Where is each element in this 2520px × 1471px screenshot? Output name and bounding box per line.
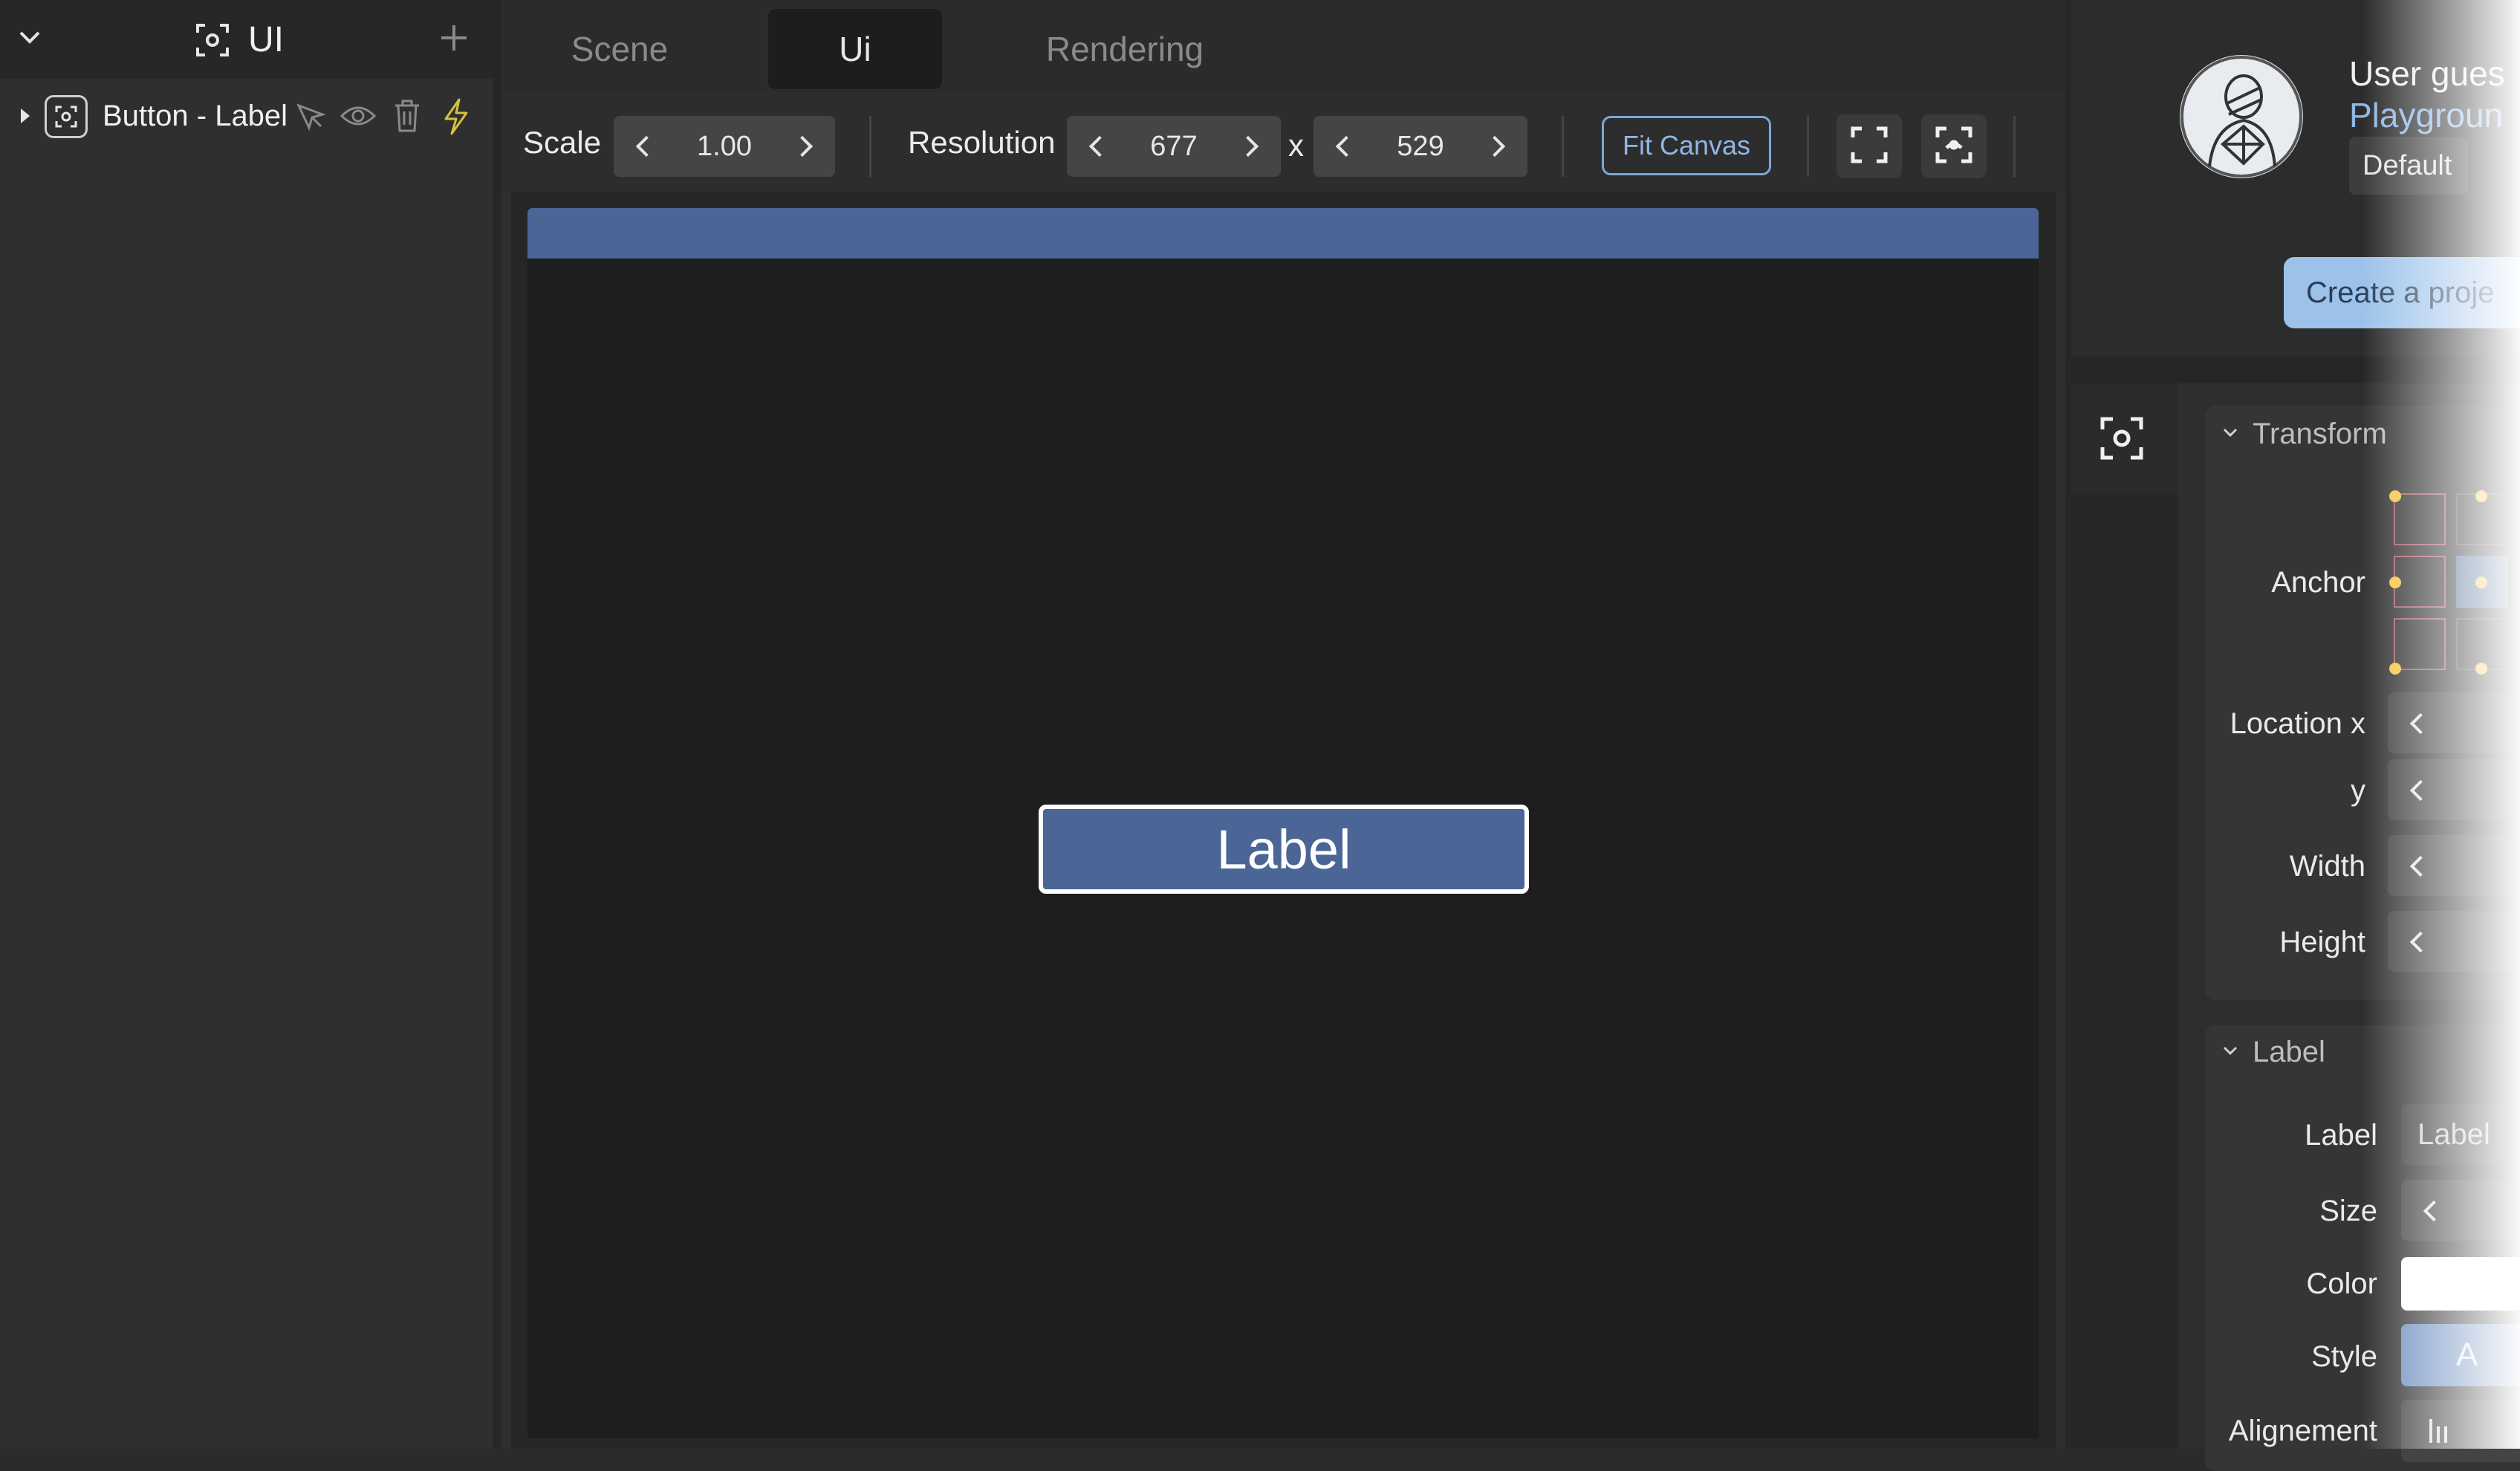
resolution-label: Resolution [908, 125, 1056, 160]
tab-bar: Scene Ui Rendering [501, 0, 2065, 92]
height-label: Height [2279, 926, 2365, 958]
scale-decrease-icon[interactable] [614, 116, 673, 177]
tab-scene[interactable]: Scene [538, 9, 701, 89]
style-button[interactable]: A [2401, 1324, 2520, 1386]
width-decrease-icon[interactable] [2409, 855, 2432, 877]
resolution-height-value[interactable]: 529 [1397, 131, 1444, 163]
color-swatch[interactable] [2401, 1257, 2520, 1311]
component-icon-strip [2071, 383, 2178, 495]
ui-focus-icon [195, 22, 230, 62]
tree-item-label: Button - Label [103, 100, 288, 132]
delete-trash-icon[interactable] [392, 98, 422, 137]
alignment-label: Alignement [2228, 1415, 2377, 1447]
fullscreen-icon [1850, 126, 1889, 168]
toolbar-separator [869, 116, 871, 177]
scale-value[interactable]: 1.00 [697, 131, 752, 163]
default-badge[interactable]: Default [2349, 137, 2468, 195]
color-label: Color [2306, 1267, 2377, 1300]
focus-view-button[interactable] [1921, 114, 1987, 178]
times-symbol: x [1288, 128, 1304, 163]
fit-canvas-button[interactable]: Fit Canvas [1602, 116, 1771, 175]
tree-item[interactable]: Button - Label [0, 92, 493, 140]
resolution-width-stepper: 677 [1067, 116, 1281, 177]
select-cursor-icon[interactable] [294, 101, 327, 137]
location-x-stepper[interactable] [2388, 692, 2520, 753]
transform-collapse-icon[interactable] [2221, 423, 2239, 445]
tab-rendering[interactable]: Rendering [1006, 9, 1244, 89]
toolbar-separator [2013, 116, 2016, 177]
width-stepper[interactable] [2388, 835, 2520, 896]
ui-component-icon[interactable] [2098, 415, 2146, 466]
size-decrease-icon[interactable] [2423, 1200, 2445, 1222]
location-x-decrease-icon[interactable] [2409, 712, 2432, 735]
style-label: Style [2311, 1340, 2377, 1373]
component-icon-strip-empty [2071, 495, 2178, 1449]
collapse-chevron-icon[interactable] [16, 27, 43, 53]
width-decrease-icon[interactable] [1067, 116, 1126, 177]
anchor-dot [2389, 663, 2401, 675]
hierarchy-header: UI [0, 0, 493, 79]
size-stepper[interactable] [2401, 1180, 2520, 1241]
hierarchy-title: UI [248, 20, 284, 59]
focus-frame-icon [1935, 126, 1973, 168]
height-stepper[interactable] [2388, 911, 2520, 972]
tab-ui[interactable]: Ui [768, 9, 942, 89]
anchor-cell-bottom-left[interactable] [2394, 618, 2446, 670]
anchor-dot [2389, 490, 2401, 502]
label-text-input[interactable]: Label [2401, 1104, 2520, 1165]
height-increase-icon[interactable] [1468, 116, 1527, 177]
fullscreen-button[interactable] [1837, 114, 1902, 178]
add-icon[interactable] [438, 22, 470, 57]
location-y-decrease-icon[interactable] [2409, 779, 2432, 802]
scale-stepper: 1.00 [614, 116, 835, 177]
size-label: Size [2319, 1195, 2377, 1227]
toolbar-separator [1807, 116, 1809, 177]
visibility-eye-icon[interactable] [340, 103, 377, 133]
ui-node-icon [45, 95, 88, 138]
user-name: User gues [2349, 54, 2505, 93]
canvas-header-bar [527, 208, 2039, 259]
anchor-dot [2475, 490, 2487, 502]
resolution-height-stepper: 529 [1313, 116, 1527, 177]
height-decrease-icon[interactable] [1313, 116, 1373, 177]
label-field-label: Label [2305, 1119, 2377, 1152]
label-section-title: Label [2253, 1036, 2325, 1068]
location-y-label: y [2351, 774, 2365, 807]
transform-title: Transform [2253, 418, 2387, 450]
toolbar-separator [1562, 116, 1564, 177]
anchor-cell-top-left[interactable] [2394, 493, 2446, 545]
resolution-width-value[interactable]: 677 [1150, 131, 1197, 163]
scale-increase-icon[interactable] [776, 116, 835, 177]
canvas-label-button[interactable]: Label [1039, 805, 1529, 894]
panel-divider[interactable] [2065, 0, 2071, 1449]
anchor-dot [2475, 663, 2487, 675]
create-project-button[interactable]: Create a proje [2284, 257, 2520, 328]
project-link[interactable]: Playgroun [2349, 95, 2503, 135]
anchor-dot [2475, 577, 2487, 588]
anchor-dot [2389, 577, 2401, 588]
alignment-button[interactable] [2401, 1400, 2520, 1462]
expand-caret-icon[interactable] [19, 107, 31, 129]
anchor-label: Anchor [2271, 566, 2365, 599]
location-y-stepper[interactable] [2388, 759, 2520, 820]
panel-divider[interactable] [493, 0, 501, 1449]
lightning-icon[interactable] [441, 98, 471, 139]
width-increase-icon[interactable] [1221, 116, 1281, 177]
user-card: User gues Playgroun Default Create a pro… [2071, 0, 2520, 357]
height-decrease-icon[interactable] [2409, 931, 2432, 953]
avatar[interactable] [2180, 55, 2303, 178]
align-left-icon [2428, 1416, 2458, 1449]
anchor-cell-middle-left[interactable] [2394, 556, 2446, 608]
location-x-label: Location x [2230, 707, 2365, 740]
section-band [2071, 357, 2520, 383]
scale-label: Scale [523, 125, 602, 160]
width-label: Width [2289, 850, 2365, 883]
hierarchy-panel [0, 0, 493, 1449]
label-collapse-icon[interactable] [2221, 1042, 2239, 1063]
